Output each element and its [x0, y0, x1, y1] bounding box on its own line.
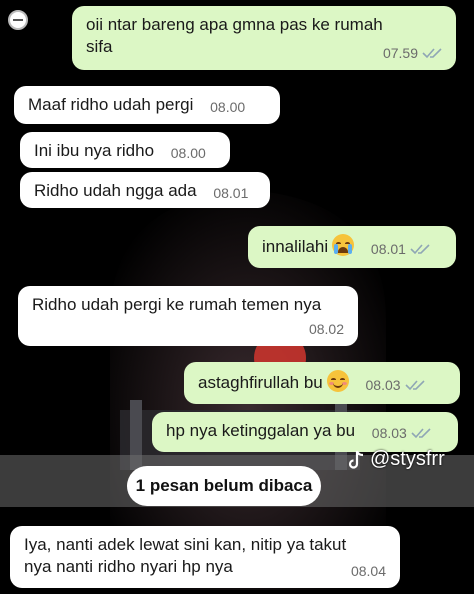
message-bubble-outgoing[interactable]: astaghfirullah bu 08.03: [184, 362, 460, 404]
message-time: 08.03: [365, 377, 401, 393]
double-check-icon: [422, 48, 442, 59]
loudly-crying-face-icon: [332, 234, 355, 256]
message-bubble-incoming[interactable]: Ini ibu nya ridho 08.00: [20, 132, 230, 168]
message-text: Ridho udah pergi ke rumah temen nya: [32, 295, 322, 314]
tiktok-icon: [348, 450, 364, 469]
message-text: Ridho udah ngga ada: [34, 181, 197, 200]
double-check-icon: [404, 380, 425, 391]
message-text: innalilahi: [262, 237, 329, 256]
message-text: hp nya ketinggalan ya bu: [166, 421, 356, 440]
message-bubble-incoming[interactable]: Iya, nanti adek lewat sini kan, nitip ya…: [10, 526, 400, 588]
message-meta: 08.03: [372, 422, 431, 444]
message-time: 08.01: [370, 241, 406, 257]
message-bubble-outgoing[interactable]: oii ntar bareng apa gmna pas ke rumah si…: [72, 6, 456, 70]
message-bubble-incoming[interactable]: Ridho udah ngga ada 08.01: [20, 172, 270, 208]
message-text: Iya, nanti adek lewat sini kan, nitip ya…: [24, 535, 347, 576]
message-meta: 08.01: [371, 238, 430, 260]
message-time: 08.00: [170, 145, 206, 161]
minus-circle-icon[interactable]: [8, 10, 28, 30]
message-meta: 08.03: [366, 374, 425, 396]
message-meta: 08.02: [309, 318, 344, 340]
message-bubble-outgoing[interactable]: innalilahi 08.01: [248, 226, 456, 268]
unread-messages-banner: 1 pesan belum dibaca: [127, 466, 321, 506]
message-time: 08.00: [210, 99, 246, 115]
watermark-handle: @stysfrr: [370, 448, 445, 470]
smiling-face-icon: [326, 370, 349, 392]
message-time: 08.03: [371, 425, 407, 441]
message-meta: 08.00: [171, 142, 206, 164]
message-meta: 08.04: [351, 560, 386, 582]
message-time: 08.02: [308, 321, 344, 337]
message-text: oii ntar bareng apa gmna pas ke rumah si…: [86, 15, 383, 56]
message-bubble-outgoing[interactable]: hp nya ketinggalan ya bu 08.03: [152, 412, 458, 452]
message-meta: 07.59: [383, 42, 442, 64]
message-bubble-incoming[interactable]: Maaf ridho udah pergi 08.00: [14, 86, 280, 124]
message-meta: 08.00: [210, 96, 245, 118]
message-time: 07.59: [382, 45, 418, 61]
message-bubble-incoming[interactable]: Ridho udah pergi ke rumah temen nya 08.0…: [18, 286, 358, 346]
message-time: 08.04: [350, 563, 386, 579]
message-text: Maaf ridho udah pergi: [28, 95, 194, 114]
tiktok-watermark: @stysfrr: [348, 448, 445, 471]
message-text: Ini ibu nya ridho: [34, 141, 155, 160]
double-check-icon: [410, 244, 430, 255]
message-text: astaghfirullah bu: [198, 373, 323, 392]
message-meta: 08.01: [213, 182, 248, 204]
message-time: 08.01: [213, 185, 249, 201]
double-check-icon: [411, 428, 431, 439]
